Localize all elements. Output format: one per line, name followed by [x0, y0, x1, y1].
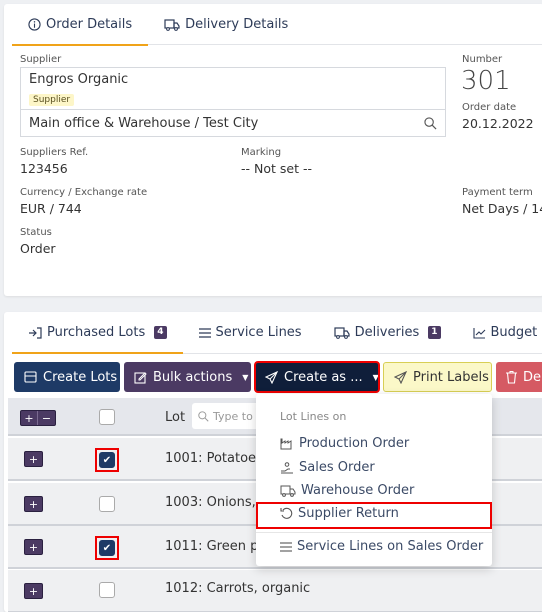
tab-delivery-details[interactable]: Delivery Details	[148, 4, 304, 45]
tab-label: Delivery Details	[185, 17, 288, 32]
box-icon	[24, 371, 37, 383]
menu-item-label: Sales Order	[299, 460, 375, 475]
address-value: Main office & Warehouse / Test City	[29, 116, 258, 131]
filter-placeholder: Type to f	[213, 410, 260, 423]
address-field[interactable]: Main office & Warehouse / Test City	[20, 109, 446, 137]
tab-label: Purchased Lots	[47, 325, 145, 340]
supplier-field[interactable]: Engros Organic Supplier	[20, 67, 446, 109]
expand-row-button[interactable]: +	[24, 496, 43, 512]
caret-down-icon: ▼	[373, 373, 379, 382]
caret-down-icon: ▼	[242, 373, 248, 382]
menu-item-warehouse-order[interactable]: Warehouse Order	[280, 483, 414, 498]
suppliers-ref-value: 123456	[20, 161, 68, 176]
marking-label: Marking	[241, 147, 281, 158]
menu-item-supplier-return[interactable]: Supplier Return	[280, 506, 399, 521]
marking-value: -- Not set --	[241, 161, 312, 176]
button-label: Print Labels	[413, 370, 489, 385]
dropdown-header: Lot Lines on	[280, 410, 346, 423]
tab-label: Service Lines	[216, 325, 302, 340]
supplier-badge: Supplier	[29, 94, 74, 106]
menu-item-sales-order[interactable]: Sales Order	[280, 460, 375, 475]
create-lots-button[interactable]: Create Lots	[14, 362, 120, 392]
number-label: Number	[462, 54, 502, 65]
tab-deliveries[interactable]: Deliveries 1	[318, 312, 457, 353]
currency-label: Currency / Exchange rate	[20, 187, 147, 198]
tab-count-badge: 1	[428, 326, 440, 339]
trash-icon	[506, 371, 517, 384]
suppliers-ref-label: Suppliers Ref.	[20, 147, 88, 158]
menu-item-label: Service Lines on Sales Order	[297, 539, 483, 554]
expand-row-button[interactable]: +	[24, 583, 43, 599]
button-label: Create Lots	[43, 370, 117, 385]
lot-name: 1003: Onions, o	[165, 495, 268, 510]
menu-divider	[256, 532, 492, 533]
status-label: Status	[20, 227, 52, 238]
undo-icon	[280, 507, 293, 520]
tab-label: Deliveries	[355, 325, 420, 340]
menu-item-production-order[interactable]: Production Order	[280, 436, 409, 451]
lot-column-header: Lot	[165, 410, 185, 425]
select-all-checkbox[interactable]	[99, 409, 115, 425]
status-value: Order	[20, 241, 56, 256]
tab-count-badge: 4	[154, 326, 166, 339]
expand-row-button[interactable]: +	[24, 451, 43, 467]
currency-value: EUR / 744	[20, 201, 82, 216]
bulk-actions-button[interactable]: Bulk actions ▼	[124, 362, 251, 392]
lots-toolbar: Create Lots Bulk actions ▼ Create as ...…	[14, 362, 542, 392]
chart-icon	[473, 327, 486, 339]
create-as-button[interactable]: Create as ... ▼	[255, 362, 379, 392]
row-checkbox[interactable]: ✔	[99, 452, 115, 468]
button-label: De	[523, 370, 541, 385]
tab-label: Order Details	[46, 17, 132, 32]
search-icon	[198, 411, 209, 422]
menu-item-label: Warehouse Order	[301, 483, 414, 498]
order-tabs: Order Details Delivery Details	[12, 4, 542, 45]
truck-loading-icon	[280, 485, 296, 497]
row-checkbox[interactable]	[99, 582, 115, 598]
menu-item-service-lines-on-sales-order[interactable]: Service Lines on Sales Order	[280, 539, 483, 554]
tab-service-lines[interactable]: Service Lines	[183, 312, 318, 353]
list-icon	[280, 542, 292, 552]
expand-all-button[interactable]: +	[21, 411, 38, 425]
lot-name: 1001: Potatoes,	[165, 451, 267, 466]
send-icon	[265, 371, 278, 384]
number-value: 301	[461, 66, 511, 96]
supplier-name: Engros Organic	[29, 72, 437, 87]
menu-item-label: Production Order	[299, 436, 409, 451]
tab-label: Budget	[491, 325, 538, 340]
tab-budget[interactable]: Budget 4	[457, 312, 542, 353]
order-card: Order Details Delivery Details Supplier …	[4, 4, 542, 296]
expand-collapse-all: + −	[20, 410, 56, 426]
send-icon	[394, 371, 407, 384]
info-icon	[28, 18, 41, 31]
payment-term-label: Payment term	[462, 187, 533, 198]
row-checkbox[interactable]: ✔	[99, 540, 115, 556]
row-checkbox[interactable]	[99, 496, 115, 512]
delete-button[interactable]: De	[496, 362, 542, 392]
tab-purchased-lots[interactable]: Purchased Lots 4	[12, 312, 183, 353]
tab-order-details[interactable]: Order Details	[12, 4, 148, 45]
import-icon	[28, 327, 42, 339]
truck-icon	[334, 327, 350, 339]
expand-row-button[interactable]: +	[24, 539, 43, 555]
factory-icon	[280, 438, 294, 450]
supplier-label: Supplier	[20, 54, 61, 65]
create-as-dropdown: Lot Lines on Production Order Sales Orde…	[256, 394, 492, 566]
truck-icon	[164, 19, 180, 31]
lot-name: 1012: Carrots, organic	[165, 581, 310, 596]
payment-term-value: Net Days / 14	[462, 201, 542, 216]
lines-tabs: Purchased Lots 4 Service Lines Deliverie…	[12, 312, 542, 354]
print-labels-button[interactable]: Print Labels	[383, 362, 492, 392]
search-icon[interactable]	[424, 117, 437, 130]
hand-coin-icon	[280, 462, 294, 474]
button-label: Create as ...	[284, 370, 363, 385]
order-date-label: Order date	[462, 102, 516, 113]
list-icon	[199, 328, 211, 338]
edit-icon	[134, 371, 147, 384]
button-label: Bulk actions	[153, 370, 232, 385]
menu-item-label: Supplier Return	[298, 506, 399, 521]
table-row[interactable]: + 1012: Carrots, organic	[8, 570, 542, 612]
collapse-all-button[interactable]: −	[38, 411, 55, 425]
order-date-value: 20.12.2022	[462, 116, 534, 131]
